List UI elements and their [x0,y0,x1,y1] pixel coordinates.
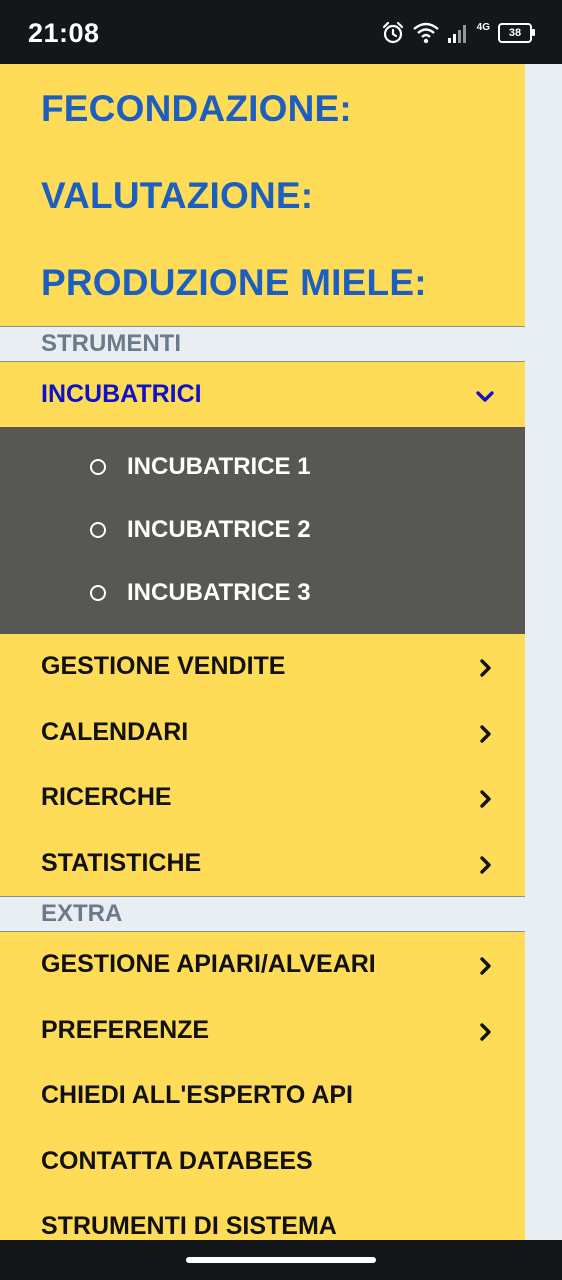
battery-level: 38 [508,27,522,39]
menu-item-gestione-vendite[interactable]: GESTIONE VENDITE [0,634,525,700]
chevron-right-icon [473,853,497,877]
signal-icon [447,25,466,43]
bullet-circle-icon [90,521,106,538]
alarm-icon [382,21,403,44]
menu-item-calendari[interactable]: CALENDARI [0,700,525,766]
menu-item-label: STRUMENTI DI SISTEMA [41,1212,337,1240]
section-header-extra: EXTRA [0,896,525,932]
chevron-right-icon [473,656,497,680]
submenu-item-label: INCUBATRICE 3 [127,578,311,606]
menu-item-preferenze[interactable]: PREFERENZE [0,998,525,1064]
category-valutazione[interactable]: VALUTAZIONE: [0,152,525,239]
network-type: 4G [476,21,490,33]
wifi-icon [412,22,439,44]
menu-item-label: RICERCHE [41,783,172,812]
submenu-item-incubatrice-3[interactable]: INCUBATRICE 3 [0,561,525,624]
submenu-item-incubatrice-1[interactable]: INCUBATRICE 1 [0,435,525,498]
scrim-strip[interactable] [525,64,562,1240]
chevron-down-icon [473,384,497,408]
menu-item-contatta-databees[interactable]: CONTATTA DATABEES [0,1129,525,1195]
navigation-drawer: FECONDAZIONE: VALUTAZIONE: PRODUZIONE MI… [0,64,525,1240]
chevron-right-icon [473,1020,497,1044]
bullet-circle-icon [90,458,106,475]
submenu-item-incubatrice-2[interactable]: INCUBATRICE 2 [0,498,525,561]
category-produzione-miele[interactable]: PRODUZIONE MIELE: [0,239,525,326]
menu-item-label: CALENDARI [41,717,189,746]
chevron-right-icon [473,954,497,978]
system-nav-bar [0,1240,562,1280]
submenu-item-label: INCUBATRICE 1 [127,452,311,480]
menu-item-label: CONTATTA DATABEES [41,1146,313,1175]
menu-item-ricerche[interactable]: RICERCHE [0,765,525,831]
chevron-right-icon [473,722,497,746]
menu-item-label: INCUBATRICI [41,380,202,408]
section-header-strumenti: STRUMENTI [0,326,525,362]
menu-item-label: CHIEDI ALL'ESPERTO API [41,1081,353,1110]
menu-item-statistiche[interactable]: STATISTICHE [0,831,525,897]
menu-item-incubatrici[interactable]: INCUBATRICI [0,362,525,427]
status-bar: 21:08 4G 38 [0,0,562,64]
clock: 21:08 [28,18,100,48]
home-gesture-handle[interactable] [186,1257,376,1263]
menu-item-chiedi-esperto[interactable]: CHIEDI ALL'ESPERTO API [0,1063,525,1129]
submenu-incubatrici: INCUBATRICE 1 INCUBATRICE 2 INCUBATRICE … [0,427,525,634]
menu-item-label: STATISTICHE [41,848,202,877]
menu-item-label: GESTIONE APIARI/ALVEARI [41,950,376,979]
battery-icon: 38 [498,23,535,43]
menu-item-label: GESTIONE VENDITE [41,652,286,681]
bullet-circle-icon [90,584,106,601]
menu-item-gestione-apiari-alveari[interactable]: GESTIONE APIARI/ALVEARI [0,932,525,998]
category-fecondazione[interactable]: FECONDAZIONE: [0,65,525,152]
menu-item-strumenti-di-sistema[interactable]: STRUMENTI DI SISTEMA [0,1194,525,1240]
menu-item-label: PREFERENZE [41,1015,210,1044]
chevron-right-icon [473,787,497,811]
status-icons: 4G 38 [381,20,535,46]
submenu-item-label: INCUBATRICE 2 [127,515,311,543]
